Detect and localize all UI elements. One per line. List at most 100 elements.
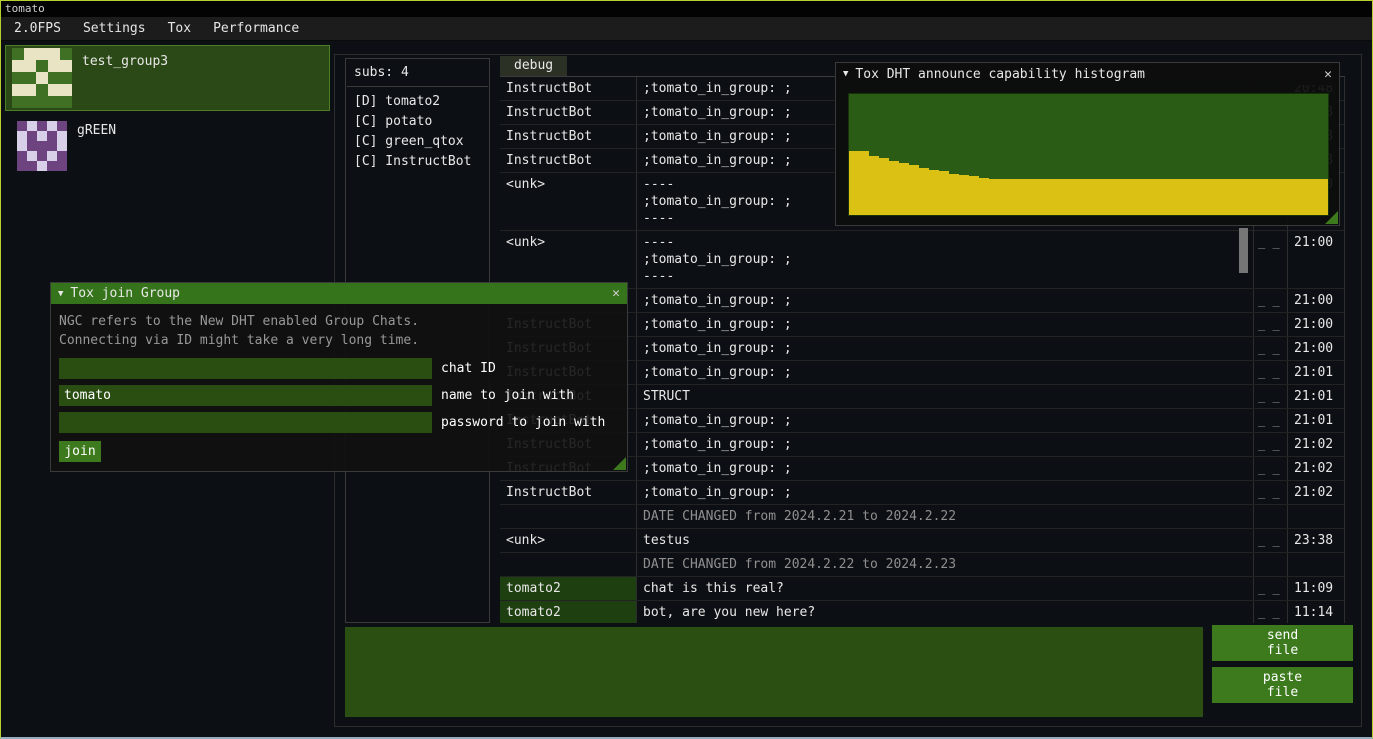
message-time: 21:02 [1288, 481, 1344, 504]
histogram-bar [1129, 179, 1139, 215]
chat-row[interactable]: tomato2chat is this real?_ _11:09 [500, 577, 1344, 601]
chat-scrollbar[interactable] [1239, 228, 1248, 273]
message-status: _ _ [1254, 409, 1288, 432]
message-status [1254, 553, 1288, 576]
histogram-bar [1318, 179, 1328, 215]
histogram-bar [1198, 179, 1208, 215]
histogram-bar [1019, 179, 1029, 215]
histogram-bar [1069, 179, 1079, 215]
message-status: _ _ [1254, 577, 1288, 600]
join-button[interactable]: join [59, 441, 101, 462]
join-field-row: chat ID [59, 358, 619, 379]
message-text: ;tomato_in_group: ; [637, 337, 1254, 360]
date-changed-text: DATE CHANGED from 2024.2.21 to 2024.2.22 [637, 505, 1254, 528]
histogram-bar [889, 161, 899, 215]
member-item[interactable]: [C] potato [346, 112, 489, 132]
tab-debug[interactable]: debug [500, 56, 567, 76]
histogram-bar [849, 151, 859, 215]
group-avatar [17, 121, 67, 171]
histogram-bar [1109, 179, 1119, 215]
menu-item-performance[interactable]: Performance [202, 17, 310, 40]
date-separator-row: DATE CHANGED from 2024.2.21 to 2024.2.22 [500, 505, 1344, 529]
histogram-body [836, 85, 1339, 225]
group-name: test_group3 [82, 48, 168, 108]
histogram-bar [959, 175, 969, 215]
histogram-bar [969, 176, 979, 215]
collapse-icon[interactable]: ▼ [843, 69, 848, 79]
message-text: ;tomato_in_group: ; [637, 313, 1254, 336]
menu-item-2-0fps: 2.0FPS [3, 17, 72, 40]
join-field-label: chat ID [441, 361, 496, 376]
message-time: 21:01 [1288, 385, 1344, 408]
histogram-bar [919, 168, 929, 215]
histogram-bar [1228, 179, 1238, 215]
menu-item-tox[interactable]: Tox [157, 17, 202, 40]
date-separator-row: DATE CHANGED from 2024.2.22 to 2024.2.23 [500, 553, 1344, 577]
paste-file-button[interactable]: paste file [1212, 667, 1353, 703]
message-time: 11:09 [1288, 577, 1344, 600]
title-bar: tomato [1, 1, 1372, 17]
subs-separator [347, 86, 488, 87]
message-text: ;tomato_in_group: ; [637, 433, 1254, 456]
join-group-window: ▼ Tox join Group ✕ NGC refers to the New… [50, 282, 628, 472]
histogram-bar [1178, 179, 1188, 215]
histogram-bar [1139, 179, 1149, 215]
histogram-bar [1248, 179, 1258, 215]
message-time [1288, 505, 1344, 528]
message-sender: InstructBot [500, 77, 637, 100]
group-item-green[interactable]: gREEN [5, 115, 330, 173]
name-to-join-with-input[interactable] [59, 385, 432, 406]
histogram-bar [1258, 179, 1268, 215]
member-item[interactable]: [C] green_qtox [346, 132, 489, 152]
histogram-bar [999, 179, 1009, 215]
member-item[interactable]: [C] InstructBot [346, 152, 489, 172]
member-item[interactable]: [D] tomato2 [346, 92, 489, 112]
message-input[interactable] [345, 627, 1203, 717]
message-text: ;tomato_in_group: ; [637, 457, 1254, 480]
histogram-bar [869, 156, 879, 215]
message-time: 11:14 [1288, 601, 1344, 623]
subs-header: subs: 4 [346, 65, 489, 86]
resize-grip-icon[interactable] [613, 457, 626, 470]
histogram-bar [1029, 179, 1039, 215]
histogram-bar [1039, 179, 1049, 215]
message-status: _ _ [1254, 385, 1288, 408]
histogram-bar [1159, 179, 1169, 215]
histogram-bar [1278, 179, 1288, 215]
message-status: _ _ [1254, 481, 1288, 504]
message-time: 21:01 [1288, 409, 1344, 432]
close-icon[interactable]: ✕ [1324, 67, 1332, 82]
date-changed-text: DATE CHANGED from 2024.2.22 to 2024.2.23 [637, 553, 1254, 576]
message-time: 21:00 [1288, 289, 1344, 312]
message-text: STRUCT [637, 385, 1254, 408]
message-time: 21:01 [1288, 361, 1344, 384]
message-status: _ _ [1254, 601, 1288, 623]
message-text: ;tomato_in_group: ; [637, 481, 1254, 504]
join-field-label: name to join with [441, 388, 574, 403]
chat-id-input[interactable] [59, 358, 432, 379]
close-icon[interactable]: ✕ [612, 286, 620, 301]
histogram-bar [949, 174, 959, 215]
message-time: 21:02 [1288, 457, 1344, 480]
message-status: _ _ [1254, 433, 1288, 456]
menu-item-settings[interactable]: Settings [72, 17, 157, 40]
password-to-join-with-input[interactable] [59, 412, 432, 433]
resize-grip-icon[interactable] [1325, 211, 1338, 224]
histogram-bar [1308, 179, 1318, 215]
send-file-button[interactable]: send file [1212, 625, 1353, 661]
chat-row[interactable]: tomato2bot, are you new here?_ _11:14 [500, 601, 1344, 623]
message-sender [500, 553, 637, 576]
message-text: ;tomato_in_group: ; [637, 409, 1254, 432]
group-item-test-group3[interactable]: test_group3 [5, 45, 330, 111]
join-field-row: password to join with [59, 412, 619, 433]
histogram-bar [929, 170, 939, 215]
histogram-bar [1268, 179, 1278, 215]
message-sender: InstructBot [500, 101, 637, 124]
message-time: 21:00 [1288, 313, 1344, 336]
chat-row[interactable]: <unk>testus_ _23:38 [500, 529, 1344, 553]
message-sender: tomato2 [500, 601, 637, 623]
chat-row[interactable]: <unk>---- ;tomato_in_group: ; ----_ _21:… [500, 231, 1344, 289]
chat-row[interactable]: InstructBot;tomato_in_group: ;_ _21:02 [500, 481, 1344, 505]
join-window-body: NGC refers to the New DHT enabled Group … [51, 304, 627, 471]
collapse-icon[interactable]: ▼ [58, 289, 63, 299]
